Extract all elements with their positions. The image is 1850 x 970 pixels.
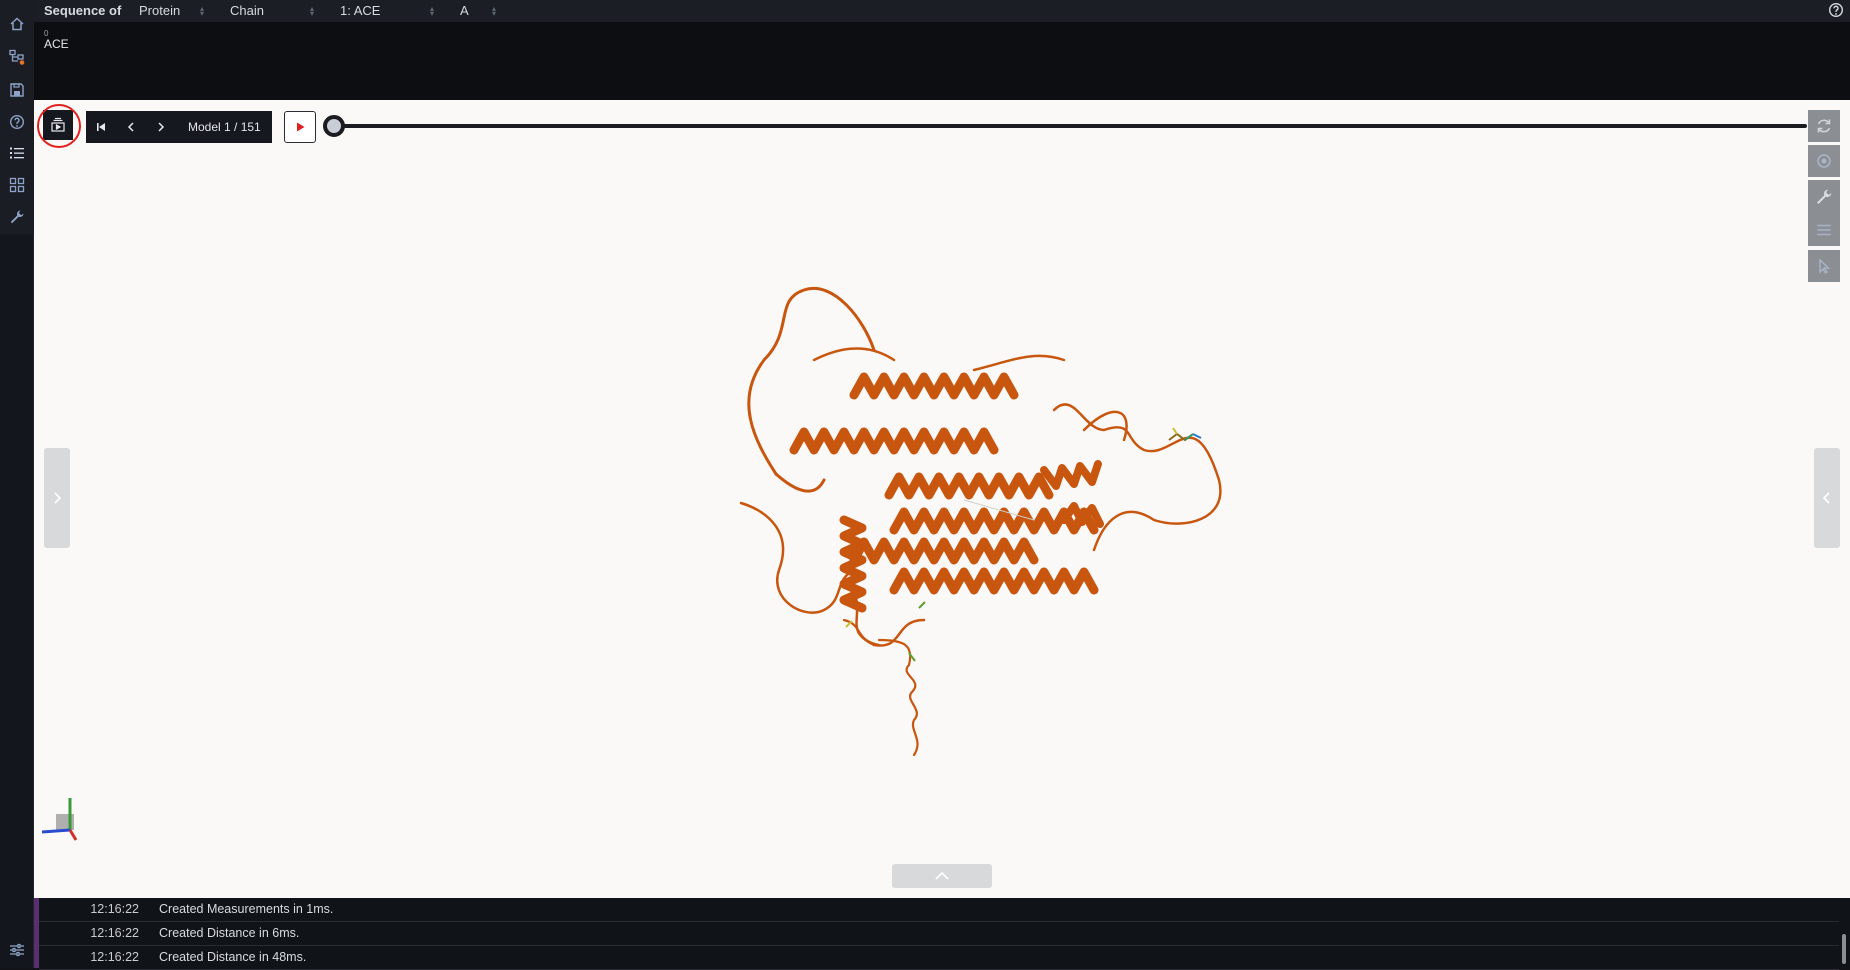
controls-icon: [1817, 224, 1831, 235]
chevron-left-icon: [1822, 492, 1830, 504]
grid-button[interactable]: [4, 172, 30, 198]
chevron-updown-icon: ▴ ▾: [200, 4, 205, 18]
screenshot-button[interactable]: [1808, 145, 1840, 177]
grid-icon: [9, 177, 25, 193]
log-time: 12:16:22: [90, 926, 139, 940]
sequence-panel: Sequence of Protein ▴ ▾ Chain ▴ ▾ 1: ACE ▴…: [34, 0, 1850, 100]
help-icon[interactable]: [1828, 2, 1844, 18]
chevron-updown-icon: ▴ ▾: [430, 4, 435, 18]
molecule-viewport[interactable]: . Model 1 / 151: [34, 100, 1850, 898]
state-tree-button[interactable]: [4, 44, 30, 70]
log-scrollbar[interactable]: [1842, 934, 1846, 964]
settings-sliders-icon: [10, 943, 24, 957]
log-time: 12:16:22: [90, 950, 139, 964]
next-model-button[interactable]: [146, 111, 176, 143]
help-icon: [9, 114, 25, 130]
wrench-icon: [10, 210, 24, 224]
log-message: Created Distance in 6ms.: [159, 926, 300, 940]
sequence-header: Sequence of Protein ▴ ▾ Chain ▴ ▾ 1: ACE ▴…: [34, 0, 1850, 22]
chain-mode-select[interactable]: Chain: [230, 3, 264, 18]
reset-camera-button[interactable]: [1808, 110, 1840, 142]
left-toolbar: [0, 0, 34, 968]
svg-text:.: .: [966, 518, 967, 523]
chevron-updown-icon: ▴ ▾: [492, 4, 497, 18]
save-button[interactable]: [4, 77, 30, 103]
tools-button[interactable]: [4, 204, 30, 230]
save-icon: [10, 83, 24, 97]
chevron-right-icon: [54, 492, 62, 504]
list-icon: [10, 147, 24, 159]
model-slider-thumb[interactable]: [323, 115, 345, 137]
list-button[interactable]: [4, 140, 30, 166]
tools-button[interactable]: [1808, 180, 1840, 213]
viewport-tools-group: [1808, 180, 1840, 246]
controls-button[interactable]: [1808, 213, 1840, 246]
sequence-residue[interactable]: ACE: [44, 37, 69, 51]
play-button[interactable]: [284, 111, 316, 143]
model-navigation: Model 1 / 151: [86, 111, 272, 143]
log-entry: 12:16:22 Created Distance in 48ms.: [39, 946, 1839, 970]
wrench-icon: [1817, 189, 1832, 204]
left-panel-expand-handle[interactable]: [44, 448, 70, 548]
chevron-right-icon: [158, 122, 165, 132]
home-icon: [10, 17, 24, 31]
animation-icon: [51, 117, 65, 132]
log-entry: 12:16:22 Created Distance in 6ms.: [39, 922, 1839, 946]
previous-model-button[interactable]: [116, 111, 146, 143]
log-message: Created Measurements in 1ms.: [159, 902, 334, 916]
selection-icon: [1819, 258, 1831, 274]
chevron-left-icon: [127, 122, 134, 132]
screenshot-icon: [1817, 154, 1831, 168]
state-tree-icon: [9, 49, 25, 65]
log-entry: 12:16:22 Created Measurements in 1ms.: [39, 898, 1839, 922]
entity-select[interactable]: 1: ACE: [340, 3, 380, 18]
chevron-up-icon: [935, 871, 949, 880]
home-button[interactable]: [4, 11, 30, 37]
settings-button[interactable]: [4, 937, 30, 963]
selection-mode-button[interactable]: [1808, 250, 1840, 282]
skip-first-icon: [97, 123, 105, 131]
model-counter: Model 1 / 151: [188, 120, 261, 134]
chain-select[interactable]: A: [460, 3, 469, 18]
sequence-of-label: Sequence of: [44, 3, 122, 18]
right-panel-expand-handle[interactable]: [1814, 448, 1840, 548]
first-model-button[interactable]: [86, 111, 116, 143]
log-message: Created Distance in 48ms.: [159, 950, 307, 964]
entity-type-select[interactable]: Protein: [139, 3, 180, 18]
model-slider-track[interactable]: [334, 124, 1807, 128]
protein-cartoon: .: [739, 286, 1222, 757]
log-panel: 12:16:22 Created Measurements in 1ms. 12…: [34, 898, 1850, 970]
help-button[interactable]: [4, 109, 30, 135]
reset-camera-icon: [1817, 119, 1831, 133]
log-time: 12:16:22: [90, 902, 139, 916]
log-panel-expand-handle[interactable]: [892, 864, 992, 888]
animation-toggle-button[interactable]: [43, 110, 73, 140]
play-icon: [297, 122, 305, 132]
chevron-updown-icon: ▴ ▾: [310, 4, 315, 18]
axes-indicator-icon: [41, 798, 78, 841]
